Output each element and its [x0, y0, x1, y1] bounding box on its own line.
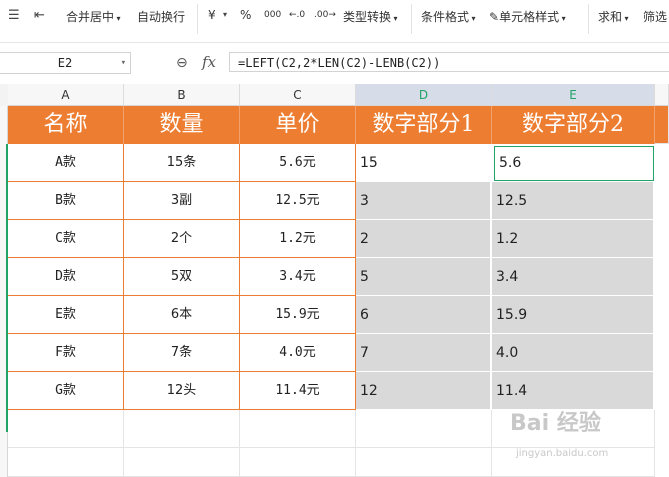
baidu-jingyan-watermark: Bai 经验	[510, 411, 601, 436]
merge-center-button[interactable]: 合并居中 ▾	[66, 8, 121, 25]
sum-label: 求和	[598, 10, 623, 24]
cell-number-part-2[interactable]: 15.9	[492, 296, 655, 334]
column-header-b[interactable]: B	[124, 84, 240, 106]
align-left-icon[interactable]: ☰	[8, 8, 20, 23]
cell-quantity[interactable]: 15条	[124, 144, 240, 182]
formula-input[interactable]: =LEFT(C2,2*LEN(C2)-LENB(C2))	[229, 52, 669, 72]
currency-button[interactable]: ¥	[208, 8, 216, 22]
percent-button[interactable]: %	[240, 8, 251, 22]
cell-quantity[interactable]: 2个	[124, 220, 240, 258]
empty-cell[interactable]	[356, 410, 492, 448]
cell-price[interactable]: 12.5元	[240, 182, 356, 220]
divider	[411, 4, 412, 34]
cell-name[interactable]: A款	[8, 144, 124, 182]
cell-price[interactable]: 3.4元	[240, 258, 356, 296]
active-cell-number-part-2[interactable]: 5.6	[494, 146, 654, 181]
cell-name[interactable]: E款	[8, 296, 124, 334]
ribbon-toolbar: ☰ ⇤ 合并居中 ▾ 自动换行 ¥ ▾ % 000 ←.0 .00→ 类型转换 …	[0, 0, 669, 43]
wrap-text-button[interactable]: 自动换行	[137, 8, 185, 25]
cell-quantity[interactable]: 3副	[124, 182, 240, 220]
header-cell-number-part-1[interactable]: 数字部分1	[356, 106, 492, 144]
thousands-separator-button[interactable]: 000	[264, 10, 281, 20]
cell-quantity[interactable]: 6本	[124, 296, 240, 334]
empty-cell[interactable]	[655, 106, 669, 144]
cell-number-part-1[interactable]: 7	[356, 334, 492, 372]
decrease-decimal-button[interactable]: .00→	[314, 10, 336, 20]
divider	[588, 4, 589, 34]
chevron-down-icon: ▾	[114, 14, 121, 23]
cell-number-part-1[interactable]: 15	[356, 144, 492, 182]
cell-name[interactable]: D款	[8, 258, 124, 296]
cell-price[interactable]: 11.4元	[240, 372, 356, 410]
cell-name[interactable]: B款	[8, 182, 124, 220]
type-convert-button[interactable]: 类型转换 ▾	[343, 8, 398, 25]
chevron-down-icon: ▾	[469, 14, 476, 23]
merge-center-label: 合并居中	[66, 10, 115, 24]
name-box[interactable]: E2 ▾	[0, 52, 131, 74]
zoom-search-icon[interactable]: ⊖	[176, 55, 188, 71]
column-header-c[interactable]: C	[240, 84, 356, 106]
cell-price[interactable]: 1.2元	[240, 220, 356, 258]
cell-quantity[interactable]: 12头	[124, 372, 240, 410]
cell-price[interactable]: 15.9元	[240, 296, 356, 334]
cell-number-part-1[interactable]: 12	[356, 372, 492, 410]
chevron-down-icon[interactable]: ▾	[121, 53, 126, 73]
empty-cell[interactable]	[124, 448, 240, 477]
brush-icon: ✎	[489, 10, 500, 24]
sum-button[interactable]: 求和 ▾	[598, 8, 629, 25]
column-header-a[interactable]: A	[8, 84, 124, 106]
cell-number-part-1[interactable]: 3	[356, 182, 492, 220]
cell-name[interactable]: F款	[8, 334, 124, 372]
watermark-url: jingyan.baidu.com	[516, 448, 609, 459]
cell-number-part-1[interactable]: 2	[356, 220, 492, 258]
type-convert-label: 类型转换	[343, 10, 392, 24]
chevron-down-icon: ▾	[391, 14, 398, 23]
formula-bar: E2 ▾ ⊖ fx =LEFT(C2,2*LEN(C2)-LENB(C2))	[0, 48, 669, 78]
cell-number-part-2[interactable]: 3.4	[492, 258, 655, 296]
conditional-format-button[interactable]: 条件格式 ▾	[421, 8, 476, 25]
cell-number-part-2[interactable]: 4.0	[492, 334, 655, 372]
empty-cell[interactable]	[240, 410, 356, 448]
cell-number-part-2[interactable]: 1.2	[492, 220, 655, 258]
cell-style-label: 单元格样式	[499, 10, 560, 24]
increase-decimal-button[interactable]: ←.0	[289, 10, 305, 20]
header-cell-number-part-2[interactable]: 数字部分2	[492, 106, 655, 144]
chevron-down-icon[interactable]: ▾	[223, 10, 227, 19]
fx-icon[interactable]: fx	[202, 53, 216, 71]
cell-reference: E2	[57, 56, 73, 70]
cell-quantity[interactable]: 5双	[124, 258, 240, 296]
empty-cell[interactable]	[8, 448, 124, 477]
column-header-d[interactable]: D	[356, 84, 492, 106]
column-header-e[interactable]: E	[492, 84, 655, 106]
empty-cell[interactable]	[8, 410, 124, 448]
conditional-format-label: 条件格式	[421, 10, 470, 24]
cell-number-part-1[interactable]: 6	[356, 296, 492, 334]
header-cell-name[interactable]: 名称	[8, 106, 124, 144]
cell-quantity[interactable]: 7条	[124, 334, 240, 372]
header-cell-price[interactable]: 单价	[240, 106, 356, 144]
cell-price[interactable]: 5.6元	[240, 144, 356, 182]
filter-button[interactable]: 筛选	[643, 8, 667, 25]
chevron-down-icon: ▾	[622, 14, 629, 23]
divider	[197, 4, 198, 34]
column-header-f[interactable]	[655, 84, 669, 106]
cell-name[interactable]: C款	[8, 220, 124, 258]
empty-cell[interactable]	[124, 410, 240, 448]
row-header-gutter[interactable]	[0, 106, 8, 477]
cell-price[interactable]: 4.0元	[240, 334, 356, 372]
chevron-down-icon: ▾	[559, 14, 566, 23]
align-indent-icon[interactable]: ⇤	[34, 8, 45, 23]
cell-name[interactable]: G款	[8, 372, 124, 410]
empty-cell[interactable]	[240, 448, 356, 477]
empty-cell[interactable]	[356, 448, 492, 477]
cell-number-part-1[interactable]: 5	[356, 258, 492, 296]
cell-style-button[interactable]: ✎单元格样式 ▾	[489, 8, 566, 25]
header-cell-quantity[interactable]: 数量	[124, 106, 240, 144]
cell-number-part-2[interactable]: 12.5	[492, 182, 655, 220]
